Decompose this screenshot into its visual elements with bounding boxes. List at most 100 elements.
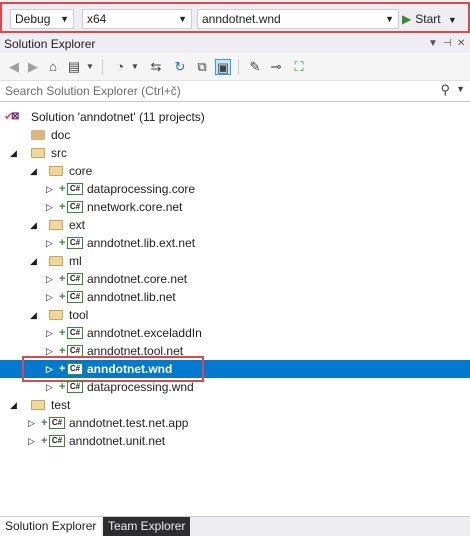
window-position-icon[interactable]: ▼ — [428, 35, 438, 53]
folder-open-icon — [31, 148, 45, 158]
collapsed-arrow-icon[interactable]: ▷ — [46, 180, 53, 198]
solution-tree: ✔ ⊠ Solution 'anndotnet' (11 projects) d… — [0, 108, 470, 448]
expanded-arrow-icon[interactable]: ◢ — [30, 252, 37, 270]
csharp-project-icon: C# — [49, 417, 65, 429]
search-box[interactable]: Search Solution Explorer (Ctrl+č) ⚲ ▼ — [0, 81, 470, 102]
collapsed-arrow-icon[interactable]: ▷ — [46, 234, 53, 252]
platform-dropdown[interactable]: x64 ▼ — [82, 9, 192, 29]
collapsed-arrow-icon[interactable]: ▷ — [28, 414, 35, 432]
chevron-down-icon: ▼ — [178, 14, 187, 24]
tree-item-doc[interactable]: doc — [0, 126, 470, 144]
tree-item-project-selected[interactable]: ▷ + C# anndotnet.wnd — [0, 360, 470, 378]
tree-item-project[interactable]: ▷ + C# anndotnet.unit.net — [0, 432, 470, 450]
plus-icon: + — [59, 201, 66, 213]
collapsed-arrow-icon[interactable]: ▷ — [46, 324, 53, 342]
csharp-project-icon: C# — [67, 201, 83, 213]
search-icon[interactable]: ⚲ — [440, 82, 450, 98]
collapsed-arrow-icon[interactable]: ▷ — [46, 360, 53, 378]
tree-item-label: anndotnet.unit.net — [69, 434, 166, 448]
plus-icon: + — [41, 435, 48, 447]
tree-item-label: core — [69, 164, 93, 178]
chevron-down-icon[interactable]: ▼ — [456, 84, 465, 94]
play-icon: ▶ — [402, 12, 412, 26]
start-label: Start — [415, 12, 441, 26]
search-input[interactable]: Search Solution Explorer (Ctrl+č) — [5, 84, 181, 98]
plus-icon: + — [59, 345, 66, 357]
tab-label: Solution Explorer — [5, 519, 97, 533]
close-icon[interactable]: ✕ — [457, 35, 465, 53]
show-all-files-icon[interactable]: ▣ — [215, 59, 231, 75]
collapsed-arrow-icon[interactable]: ▷ — [46, 270, 53, 288]
switch-views-icon[interactable]: ▤ — [66, 59, 82, 75]
chevron-down-icon: ▼ — [385, 14, 394, 24]
tree-item-core[interactable]: ◢ core — [0, 162, 470, 180]
tree-item-project[interactable]: ▷ + C# anndotnet.test.net.app — [0, 414, 470, 432]
tree-item-project[interactable]: ▷ + C# anndotnet.core.net — [0, 270, 470, 288]
plus-icon: + — [59, 363, 66, 375]
tree-item-label: anndotnet.lib.net — [87, 290, 176, 304]
expanded-arrow-icon[interactable]: ◢ — [30, 162, 37, 180]
collapsed-arrow-icon[interactable]: ▷ — [46, 342, 53, 360]
tree-item-ext[interactable]: ◢ ext — [0, 216, 470, 234]
pin-icon[interactable]: ⊣ — [443, 35, 452, 53]
collapse-all-icon[interactable]: ⧉ — [194, 59, 210, 75]
collapsed-arrow-icon[interactable]: ▷ — [46, 378, 53, 396]
tree-item-project[interactable]: ▷ + C# anndotnet.exceladdIn — [0, 324, 470, 342]
tab-team-explorer[interactable]: Team Explorer — [103, 517, 191, 536]
tree-item-project[interactable]: ▷ + C# dataprocessing.core — [0, 180, 470, 198]
tree-item-label: anndotnet.exceladdIn — [87, 326, 202, 340]
chevron-down-icon[interactable]: ▼ — [82, 59, 98, 75]
tree-item-label: test — [51, 398, 71, 412]
expanded-arrow-icon[interactable]: ◢ — [10, 144, 17, 162]
expanded-arrow-icon[interactable]: ◢ — [30, 216, 37, 234]
tree-item-project[interactable]: ▷ + C# anndotnet.lib.ext.net — [0, 234, 470, 252]
tree-item-project[interactable]: ▷ + C# anndotnet.lib.net — [0, 288, 470, 306]
tree-item-ml[interactable]: ◢ ml — [0, 252, 470, 270]
startup-project-dropdown[interactable]: anndotnet.wnd ▼ — [197, 9, 399, 29]
csharp-project-icon: C# — [49, 435, 65, 447]
tree-item-src[interactable]: ◢ src — [0, 144, 470, 162]
chevron-down-icon[interactable]: ▼ — [448, 15, 457, 25]
sync-icon[interactable]: ⇆ — [148, 59, 164, 75]
csharp-project-icon: C# — [67, 273, 83, 285]
tree-item-project[interactable]: ▷ + C# anndotnet.tool.net — [0, 342, 470, 360]
back-arrow-icon[interactable]: ◀ — [6, 59, 22, 75]
pending-changes-icon[interactable]: ◔ — [112, 59, 128, 75]
tree-solution-node[interactable]: ✔ ⊠ Solution 'anndotnet' (11 projects) — [0, 108, 470, 126]
home-icon[interactable]: ⌂ — [45, 59, 61, 75]
configuration-dropdown[interactable]: Debug ▼ — [10, 9, 74, 29]
collapsed-arrow-icon[interactable]: ▷ — [28, 432, 35, 450]
class-diagram-icon[interactable]: ⛶ — [291, 59, 307, 75]
platform-value: x64 — [87, 12, 107, 26]
tree-item-label: ext — [69, 218, 86, 232]
forward-arrow-icon[interactable]: ▶ — [25, 59, 41, 75]
wrench-icon[interactable]: ✎ — [247, 59, 263, 75]
plus-icon: + — [59, 291, 66, 303]
collapsed-arrow-icon[interactable]: ▷ — [46, 288, 53, 306]
csharp-project-icon: C# — [67, 291, 83, 303]
tree-item-project[interactable]: ▷ + C# dataprocessing.wnd — [0, 378, 470, 396]
expanded-arrow-icon[interactable]: ◢ — [30, 306, 37, 324]
chevron-down-icon[interactable]: ▼ — [127, 59, 143, 75]
folder-open-icon — [31, 400, 45, 410]
tree-item-project[interactable]: ▷ + C# nnetwork.core.net — [0, 198, 470, 216]
tree-item-tool[interactable]: ◢ tool — [0, 306, 470, 324]
start-button[interactable]: ▶ Start ▼ — [402, 9, 466, 29]
tree-item-label: anndotnet.test.net.app — [69, 416, 189, 430]
chevron-down-icon: ▼ — [60, 14, 69, 24]
folder-open-icon — [49, 310, 63, 320]
solution-label: Solution 'anndotnet' (11 projects) — [31, 110, 205, 124]
preview-icon[interactable]: ⊸ — [268, 59, 284, 75]
csharp-project-icon: C# — [67, 183, 83, 195]
plus-icon: + — [59, 273, 66, 285]
tree-item-label: dataprocessing.core — [87, 182, 196, 196]
tree-item-test[interactable]: ◢ test — [0, 396, 470, 414]
tree-item-label: tool — [69, 308, 89, 322]
collapsed-arrow-icon[interactable]: ▷ — [46, 198, 53, 216]
refresh-icon[interactable]: ↻ — [172, 59, 188, 75]
tree-item-label: anndotnet.tool.net — [87, 344, 184, 358]
folder-open-icon — [49, 220, 63, 230]
expanded-arrow-icon[interactable]: ◢ — [10, 396, 17, 414]
tab-solution-explorer[interactable]: Solution Explorer — [0, 517, 102, 536]
plus-icon: + — [59, 327, 66, 339]
